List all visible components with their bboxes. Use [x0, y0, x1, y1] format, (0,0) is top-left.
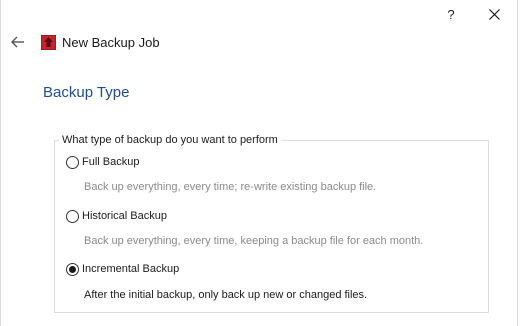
backup-app-icon: [40, 34, 57, 51]
back-arrow-icon: [11, 36, 24, 48]
full-backup-radio[interactable]: [66, 156, 79, 169]
groupbox-legend: What type of backup do you want to perfo…: [59, 134, 281, 147]
title-bar: ?: [1, 0, 517, 30]
historical-backup-radio[interactable]: [66, 210, 79, 223]
historical-backup-description: Back up everything, every time, keeping …: [84, 235, 424, 247]
incremental-backup-label: Incremental Backup: [82, 263, 180, 275]
incremental-backup-description: After the initial backup, only back up n…: [84, 289, 368, 301]
dialog-window: ? New Backup Job Backup Type What type o…: [0, 0, 518, 326]
help-button[interactable]: ?: [439, 4, 463, 26]
full-backup-label: Full Backup: [82, 156, 140, 168]
incremental-backup-radio[interactable]: [66, 263, 79, 276]
full-backup-description: Back up everything, every time; re-write…: [84, 181, 377, 193]
historical-backup-label: Historical Backup: [82, 210, 167, 222]
dialog-header: New Backup Job: [1, 30, 517, 56]
page-title: Backup Type: [43, 84, 130, 101]
window-title: New Backup Job: [62, 35, 160, 50]
back-button[interactable]: [10, 34, 28, 52]
close-icon: [488, 9, 500, 20]
close-button[interactable]: [481, 4, 507, 26]
